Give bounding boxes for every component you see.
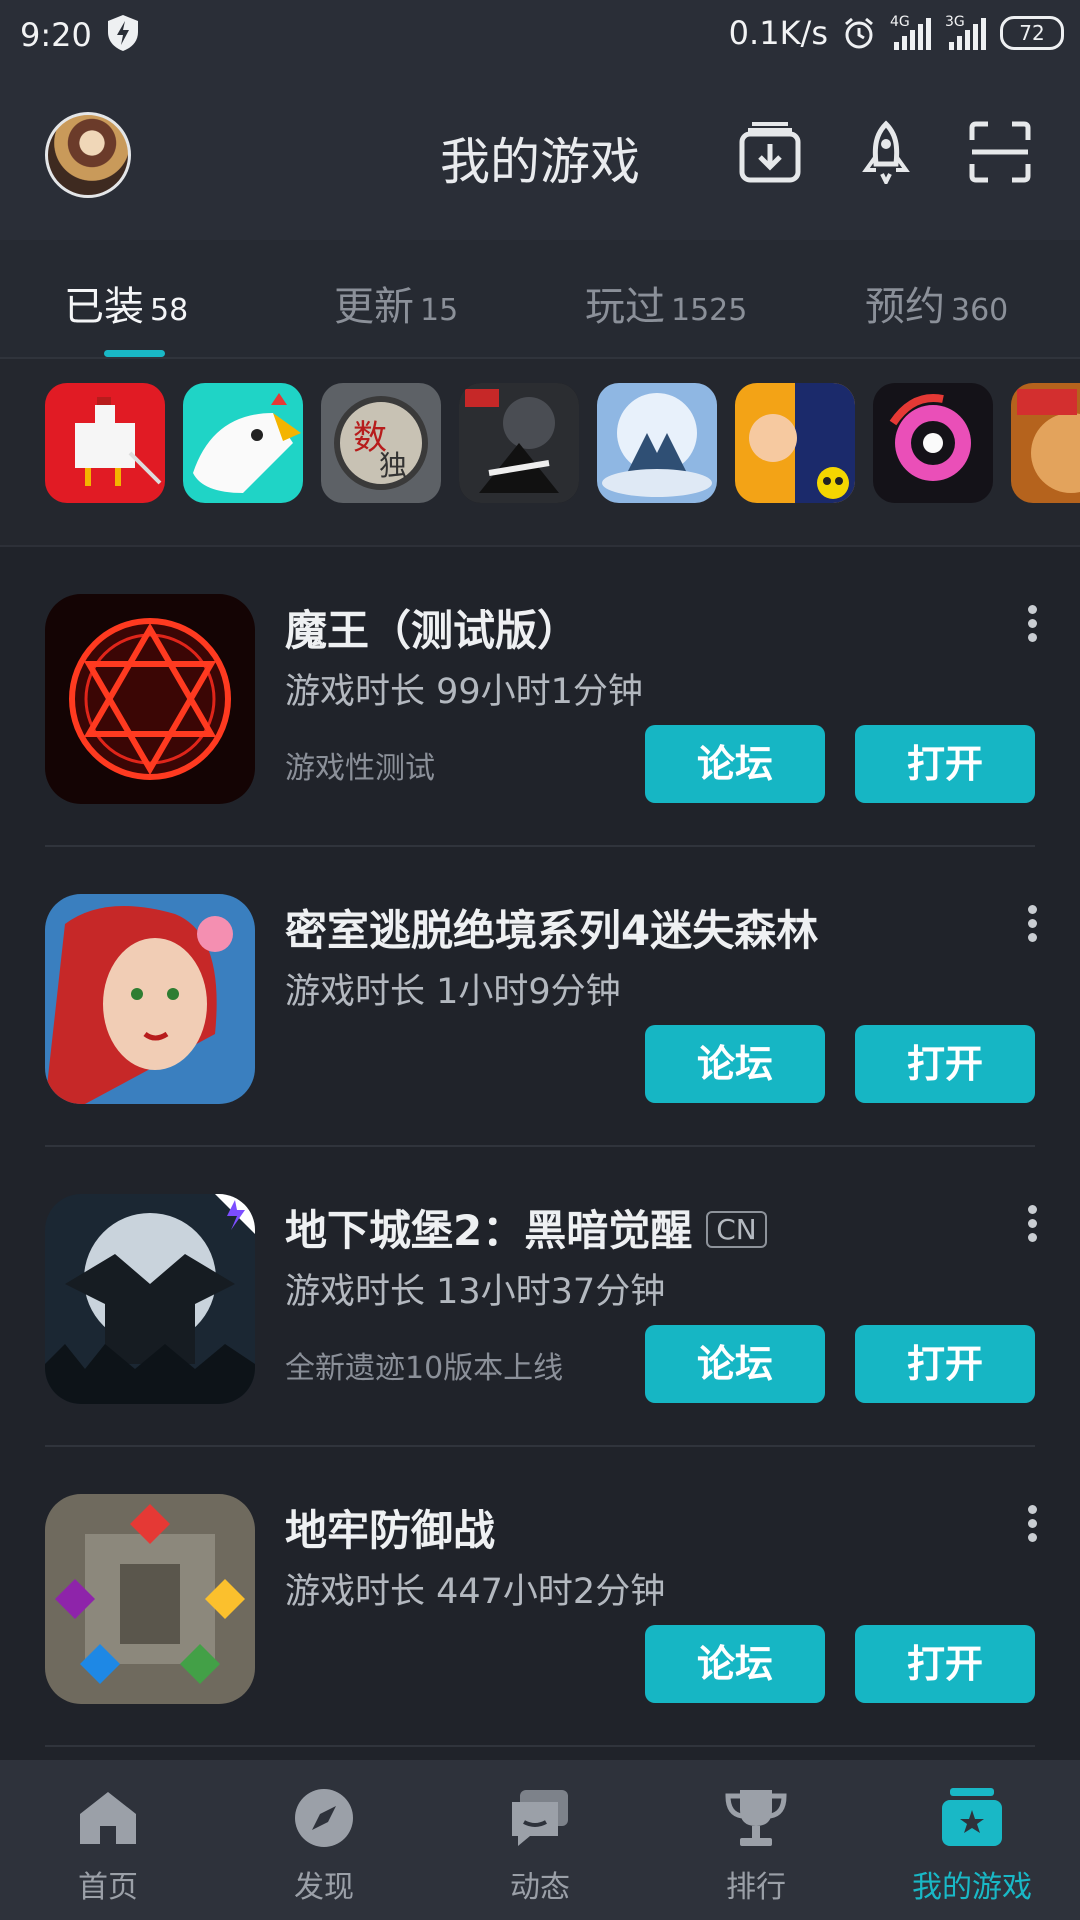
strip-game-icon[interactable] (873, 383, 993, 503)
installed-games-strip[interactable]: 数独 (0, 359, 1080, 547)
forum-button[interactable]: 论坛 (645, 1325, 825, 1403)
forum-button[interactable]: 论坛 (645, 1625, 825, 1703)
game-icon[interactable] (45, 1194, 255, 1404)
svg-text:独: 独 (379, 449, 407, 482)
nav-label: 我的游戏 (912, 1870, 1032, 1905)
my-games-icon (942, 1788, 1002, 1846)
game-row[interactable]: 地下城堡2：黑暗觉醒 CN 游戏时长 13小时37分钟 全新遗迹10版本上线 论坛… (0, 1147, 1080, 1447)
nav-label: 首页 (78, 1870, 138, 1905)
open-button[interactable]: 打开 (855, 1025, 1035, 1103)
game-icon[interactable] (45, 894, 255, 1104)
strip-game-icon[interactable] (735, 383, 855, 503)
game-icon[interactable] (45, 594, 255, 804)
game-title: 魔王（测试版） (285, 606, 580, 655)
tab-indicator (104, 350, 165, 357)
more-options-icon[interactable] (1028, 1205, 1038, 1242)
status-time: 9:20 (20, 16, 92, 54)
scan-icon[interactable] (968, 120, 1032, 184)
game-row[interactable]: 魔王（测试版） 游戏时长 99小时1分钟 游戏性测试 论坛 打开 (0, 547, 1080, 847)
home-icon (80, 1792, 136, 1844)
strip-game-icon[interactable] (45, 383, 165, 503)
game-playtime: 游戏时长 447小时2分钟 (285, 1572, 666, 1612)
open-button[interactable]: 打开 (855, 1325, 1035, 1403)
strip-game-icon[interactable]: 数独 (321, 383, 441, 503)
more-options-icon[interactable] (1028, 605, 1038, 642)
network-speed: 0.1K/s (728, 14, 828, 52)
bottom-nav: 首页 发现 动态 排行 我的游戏 (0, 1760, 1080, 1920)
tab-bar: 已装 58 更新 15 玩过 1525 预约 360 (0, 240, 1080, 359)
forum-button[interactable]: 论坛 (645, 725, 825, 803)
nav-my-games[interactable]: 我的游戏 (864, 1760, 1080, 1920)
game-note: 全新遗迹10版本上线 (285, 1351, 564, 1386)
game-icon[interactable] (45, 1494, 255, 1704)
battery-indicator: 72 (1000, 16, 1064, 50)
tab-played[interactable]: 玩过 1525 (585, 274, 747, 332)
nav-ranking[interactable]: 排行 (648, 1760, 864, 1920)
tab-updates[interactable]: 更新 15 (334, 274, 458, 332)
game-playtime: 游戏时长 99小时1分钟 (285, 672, 643, 712)
game-playtime: 游戏时长 1小时9分钟 (285, 972, 621, 1012)
tab-installed[interactable]: 已装 58 (64, 274, 188, 332)
more-options-icon[interactable] (1028, 905, 1038, 942)
game-row[interactable]: 地牢防御战 游戏时长 447小时2分钟 论坛 打开 (0, 1447, 1080, 1747)
signal-4g-icon: 4G (890, 14, 931, 50)
signal-3g-icon: 3G (945, 14, 986, 50)
open-button[interactable]: 打开 (855, 725, 1035, 803)
rocket-icon[interactable] (854, 120, 918, 184)
status-right: 0.1K/s 4G 3G 72 (729, 14, 1064, 52)
nav-label: 动态 (510, 1870, 570, 1905)
row-divider (45, 1745, 1035, 1747)
nav-label: 发现 (294, 1870, 354, 1905)
game-title: 地下城堡2：黑暗觉醒 CN (285, 1197, 767, 1258)
nav-feed[interactable]: 动态 (432, 1760, 648, 1920)
game-row[interactable]: 密室逃脱绝境系列4迷失森林 游戏时长 1小时9分钟 论坛 打开 (0, 847, 1080, 1147)
strip-game-icon[interactable] (597, 383, 717, 503)
strip-game-icon[interactable] (1011, 383, 1080, 503)
strip-game-icon[interactable] (459, 383, 579, 503)
chat-icon (512, 1790, 568, 1846)
region-badge: CN (706, 1211, 767, 1248)
forum-button[interactable]: 论坛 (645, 1025, 825, 1103)
trophy-icon (725, 1790, 787, 1846)
game-playtime: 游戏时长 13小时37分钟 (285, 1272, 666, 1312)
download-icon[interactable] (738, 120, 802, 184)
game-note: 游戏性测试 (285, 751, 435, 786)
shield-bolt-icon (108, 15, 138, 51)
nav-home[interactable]: 首页 (0, 1760, 216, 1920)
page-title: 我的游戏 (440, 133, 640, 191)
open-button[interactable]: 打开 (855, 1625, 1035, 1703)
alarm-icon (845, 17, 873, 49)
strip-game-icon[interactable] (183, 383, 303, 503)
tab-reserved[interactable]: 预约 360 (865, 274, 1008, 332)
more-options-icon[interactable] (1028, 1505, 1038, 1542)
compass-icon (295, 1789, 353, 1847)
nav-label: 排行 (726, 1870, 786, 1905)
game-title: 地牢防御战 (285, 1506, 496, 1555)
game-title: 密室逃脱绝境系列4迷失森林 (285, 906, 819, 955)
nav-discover[interactable]: 发现 (216, 1760, 432, 1920)
app-header: 我的游戏 (0, 72, 1080, 240)
status-bar: 9:20 0.1K/s 4G 3G 72 (0, 0, 1080, 72)
